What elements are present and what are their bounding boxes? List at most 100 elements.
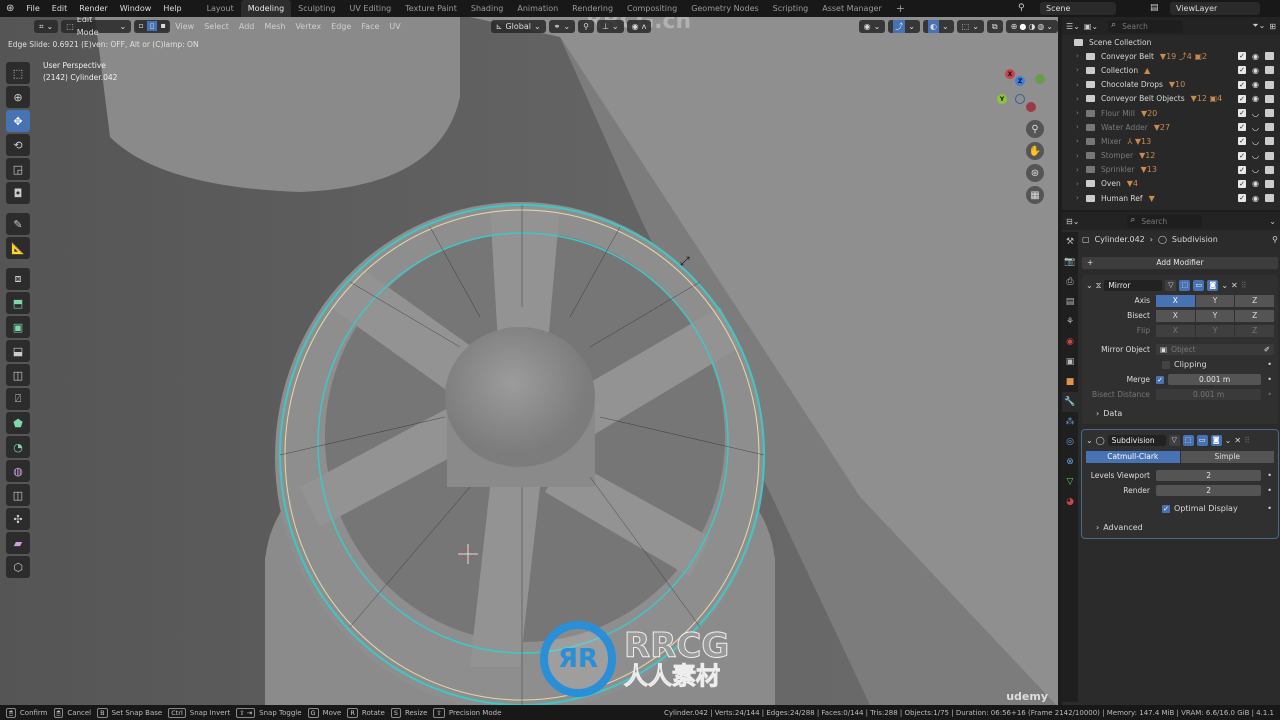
menu-render[interactable]: Render bbox=[73, 4, 113, 13]
data-subpanel[interactable]: › Data bbox=[1086, 406, 1274, 421]
select-box-tool[interactable]: ⬚ bbox=[6, 62, 30, 84]
menu-select[interactable]: Select bbox=[199, 22, 234, 31]
menu-file[interactable]: File bbox=[20, 4, 45, 13]
outliner-item[interactable]: › Water Adder ▼27 ✓ ◡ bbox=[1062, 120, 1280, 134]
transform-tool[interactable]: ◘ bbox=[6, 182, 30, 204]
drag-handle-icon[interactable]: ⠿ bbox=[1244, 436, 1250, 445]
edit-cage-icon[interactable]: ▽ bbox=[1168, 435, 1180, 446]
tab-geometry-nodes[interactable]: Geometry Nodes bbox=[684, 0, 765, 17]
eye-icon[interactable]: ◉ bbox=[1251, 52, 1260, 61]
measure-tool[interactable]: 📐 bbox=[6, 237, 30, 259]
collapse-chevron-icon[interactable]: ⌄ bbox=[1086, 436, 1093, 445]
menu-window[interactable]: Window bbox=[114, 4, 158, 13]
outliner-item[interactable]: › Conveyor Belt Objects ▼12 ▣4 ✓ ◉ bbox=[1062, 92, 1280, 106]
camera-view-icon[interactable]: ⊛ bbox=[1026, 164, 1044, 182]
exclude-checkbox[interactable]: ✓ bbox=[1238, 179, 1246, 188]
zoom-icon[interactable]: ⚲ bbox=[1026, 120, 1044, 138]
mirror-object-field[interactable]: ▣ Object ✐ bbox=[1156, 344, 1274, 355]
knife-tool[interactable]: ⍁ bbox=[6, 388, 30, 410]
extrude-tool[interactable]: ⬒ bbox=[6, 292, 30, 314]
expand-chevron-icon[interactable]: › bbox=[1076, 123, 1086, 131]
menu-add[interactable]: Add bbox=[234, 22, 260, 31]
data-tab-icon[interactable]: ▽ bbox=[1062, 472, 1078, 492]
eye-closed-icon[interactable]: ◡ bbox=[1251, 109, 1260, 118]
overlay-toggle[interactable]: ◐ ⌄ bbox=[922, 19, 954, 33]
exclude-checkbox[interactable]: ✓ bbox=[1238, 123, 1246, 132]
eye-icon[interactable]: ◉ bbox=[1251, 94, 1260, 103]
dropdown-icon[interactable]: ⌄ bbox=[1221, 281, 1228, 290]
chevron-down-icon[interactable]: ⌄ bbox=[1046, 20, 1053, 33]
levels-viewport-field[interactable]: 2 bbox=[1156, 470, 1262, 481]
exclude-checkbox[interactable]: ✓ bbox=[1238, 66, 1246, 75]
modifier-tab-icon[interactable]: 🔧 bbox=[1062, 392, 1078, 412]
camera-render-icon[interactable] bbox=[1265, 194, 1274, 203]
blender-logo-icon[interactable]: ⊛ bbox=[0, 3, 20, 14]
axis-neg-z-icon[interactable] bbox=[1015, 94, 1025, 104]
mode-selector[interactable]: ⬚ Edit Mode ⌄ bbox=[61, 17, 132, 37]
scene-collection-row[interactable]: Scene Collection bbox=[1062, 35, 1280, 49]
expand-chevron-icon[interactable]: › bbox=[1076, 95, 1086, 103]
keyframe-dot-icon[interactable]: • bbox=[1267, 486, 1272, 495]
catmull-clark-button[interactable]: Catmull-Clark bbox=[1086, 451, 1180, 463]
view-layer-tab-icon[interactable]: ▤ bbox=[1062, 292, 1078, 312]
add-modifier-button[interactable]: + Add Modifier bbox=[1082, 257, 1278, 269]
tab-texture-paint[interactable]: Texture Paint bbox=[398, 0, 464, 17]
tab-scripting[interactable]: Scripting bbox=[766, 0, 816, 17]
merge-checkbox[interactable]: ✓ bbox=[1156, 375, 1164, 384]
exclude-checkbox[interactable]: ✓ bbox=[1238, 80, 1246, 89]
pivot-button[interactable]: ⚭ ⌄ bbox=[548, 19, 576, 33]
perspective-toggle-icon[interactable]: ▦ bbox=[1026, 186, 1044, 204]
menu-mesh[interactable]: Mesh bbox=[259, 22, 290, 31]
expand-chevron-icon[interactable]: › bbox=[1076, 109, 1086, 117]
scene-selector[interactable]: Scene bbox=[1040, 2, 1116, 15]
constraints-tab-icon[interactable]: ⊗ bbox=[1062, 452, 1078, 472]
eye-closed-icon[interactable]: ◡ bbox=[1251, 165, 1260, 174]
menu-vertex[interactable]: Vertex bbox=[290, 22, 326, 31]
poly-build-tool[interactable]: ⬟ bbox=[6, 412, 30, 434]
axis-z-icon[interactable]: Z bbox=[1015, 76, 1025, 86]
transform-orientation-selector[interactable]: ⊾ Global ⌄ bbox=[490, 19, 546, 33]
keyframe-dot-icon[interactable]: • bbox=[1267, 360, 1272, 369]
keyframe-dot-icon[interactable]: • bbox=[1267, 390, 1272, 399]
camera-render-icon[interactable] bbox=[1265, 151, 1274, 160]
keyframe-dot-icon[interactable]: • bbox=[1267, 471, 1272, 480]
properties-editor-icon[interactable]: ⊟⌄ bbox=[1066, 217, 1079, 226]
exclude-checkbox[interactable]: ✓ bbox=[1238, 194, 1246, 203]
tab-layout[interactable]: Layout bbox=[200, 0, 241, 17]
axis-y-icon[interactable]: Y bbox=[997, 94, 1007, 104]
drag-handle-icon[interactable]: ⠿ bbox=[1241, 281, 1247, 290]
tab-sculpting[interactable]: Sculpting bbox=[291, 0, 342, 17]
axis-neg-x-icon[interactable] bbox=[1026, 102, 1036, 112]
mesh-overlay-button[interactable]: ⬚ ⌄ bbox=[956, 19, 984, 33]
particles-tab-icon[interactable]: ⁂ bbox=[1062, 412, 1078, 432]
mirror-name-field[interactable]: Mirror bbox=[1104, 280, 1163, 291]
axis-x-button[interactable]: X bbox=[1156, 294, 1195, 307]
expand-chevron-icon[interactable]: › bbox=[1076, 137, 1086, 145]
pin-icon[interactable]: ⚲ bbox=[1272, 235, 1278, 244]
expand-chevron-icon[interactable]: › bbox=[1076, 52, 1086, 60]
pan-hand-icon[interactable]: ✋ bbox=[1026, 142, 1044, 160]
editor-type-button[interactable]: ⌗ ⌄ bbox=[34, 19, 59, 33]
loop-cut-tool[interactable]: ◫ bbox=[6, 364, 30, 386]
snap-toggle[interactable]: ⚲ bbox=[578, 19, 594, 33]
tab-modeling[interactable]: Modeling bbox=[240, 0, 292, 17]
annotate-tool[interactable]: ✎ bbox=[6, 213, 30, 235]
flip-z-button[interactable]: Z bbox=[1235, 324, 1275, 337]
eyedropper-icon[interactable]: ✐ bbox=[1264, 344, 1270, 355]
bisect-x-button[interactable]: X bbox=[1156, 309, 1195, 322]
exclude-checkbox[interactable]: ✓ bbox=[1238, 109, 1246, 118]
dropdown-icon[interactable]: ⌄ bbox=[1225, 436, 1232, 445]
output-tab-icon[interactable]: ⎙ bbox=[1062, 272, 1078, 292]
eye-icon[interactable]: ◉ bbox=[1251, 66, 1260, 75]
proportional-edit-button[interactable]: ◉ ʌ bbox=[626, 19, 652, 33]
optimal-display-checkbox[interactable]: ✓ bbox=[1162, 504, 1170, 513]
viewlayer-icon[interactable]: ▤ bbox=[1150, 3, 1159, 13]
chevron-down-icon[interactable]: ⌄ bbox=[1269, 217, 1276, 226]
edit-mode-toggle-icon[interactable]: ⬚ bbox=[1182, 435, 1194, 446]
scale-tool[interactable]: ◲ bbox=[6, 158, 30, 180]
filter-icon[interactable]: ⏷⌄ bbox=[1252, 21, 1265, 31]
display-mode-icon[interactable]: ▣⌄ bbox=[1084, 22, 1098, 31]
realtime-toggle-icon[interactable]: ▭ bbox=[1196, 435, 1208, 446]
menu-edit[interactable]: Edit bbox=[46, 4, 74, 13]
world-tab-icon[interactable]: ◉ bbox=[1062, 332, 1078, 352]
